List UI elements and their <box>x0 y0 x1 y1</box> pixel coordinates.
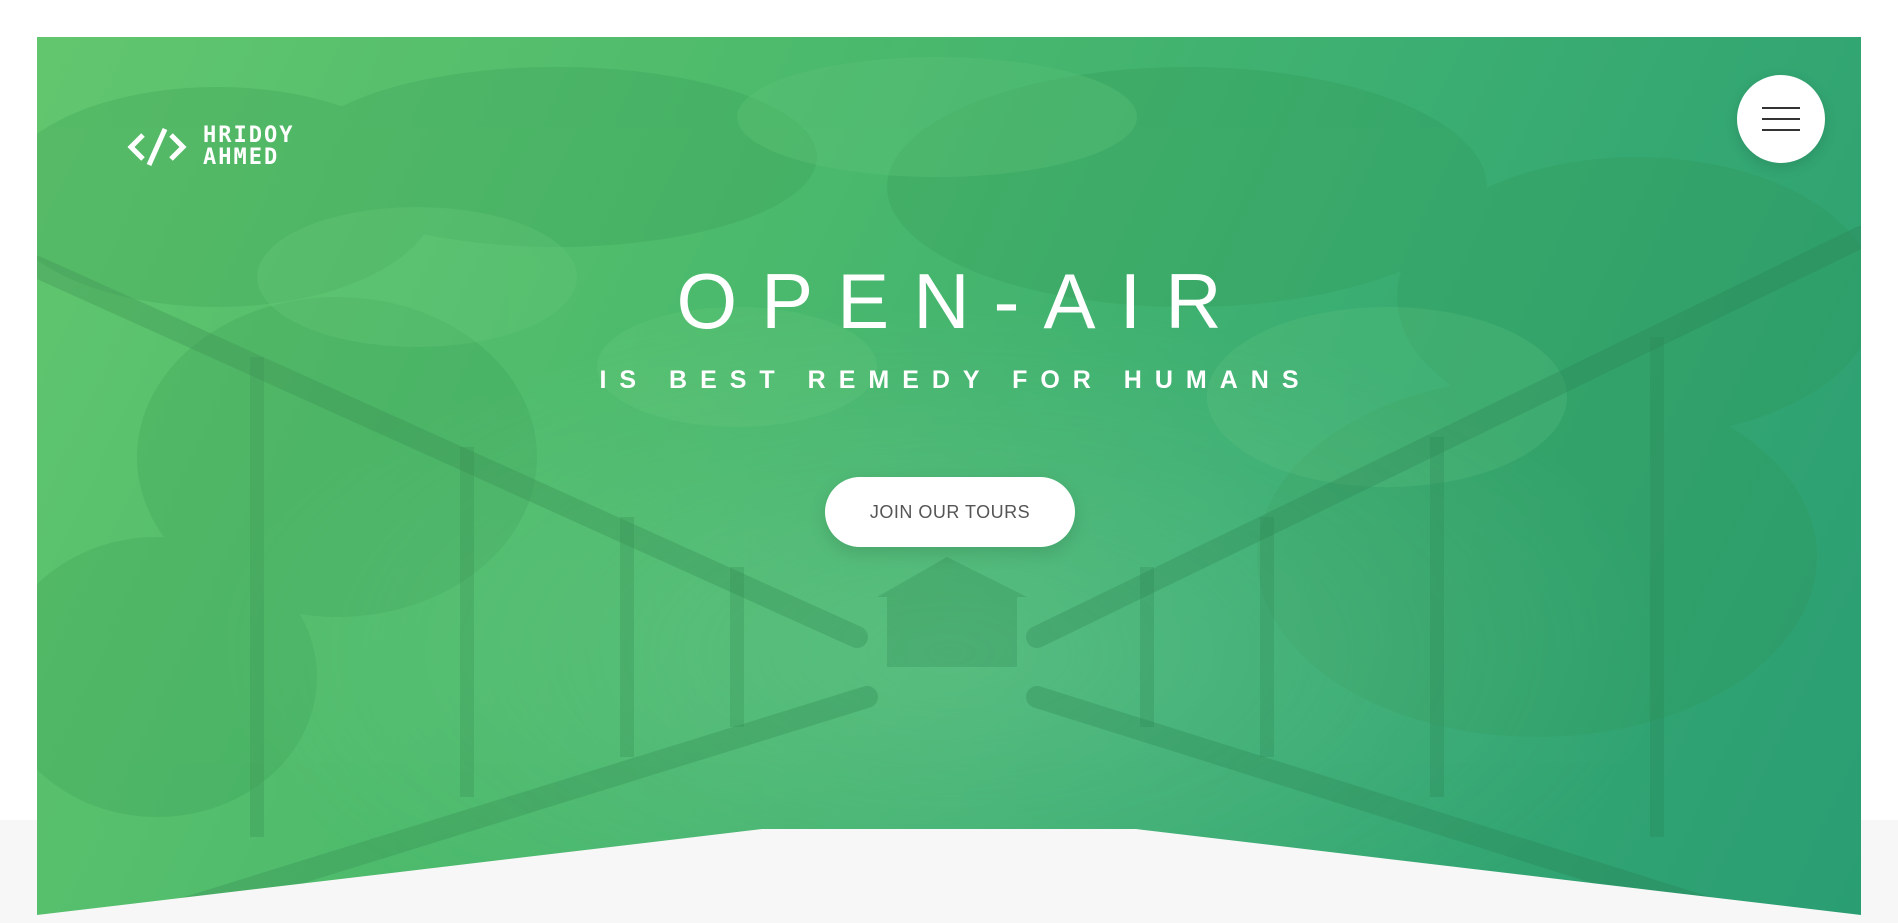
join-tours-button[interactable]: JOIN OUR TOURS <box>825 477 1075 547</box>
hero-subtitle: IS BEST REMEDY FOR HUMANS <box>599 366 1312 394</box>
brand-logo[interactable]: HRIDOY AHMED <box>127 123 294 171</box>
hero-title: OPEN-AIR <box>676 257 1246 345</box>
brand-name: HRIDOY AHMED <box>203 125 294 169</box>
hamburger-menu-icon-line <box>1762 107 1800 109</box>
page: HRIDOY AHMED OPEN-AIR IS BEST REMEDY FOR… <box>0 0 1898 923</box>
hamburger-menu-icon-line <box>1762 118 1800 120</box>
code-brackets-icon <box>127 127 187 167</box>
hamburger-menu-icon-line <box>1762 129 1800 131</box>
menu-toggle-button[interactable] <box>1737 75 1825 163</box>
brand-name-line1: HRIDOY <box>203 123 295 148</box>
brand-name-line2: AHMED <box>203 145 280 170</box>
